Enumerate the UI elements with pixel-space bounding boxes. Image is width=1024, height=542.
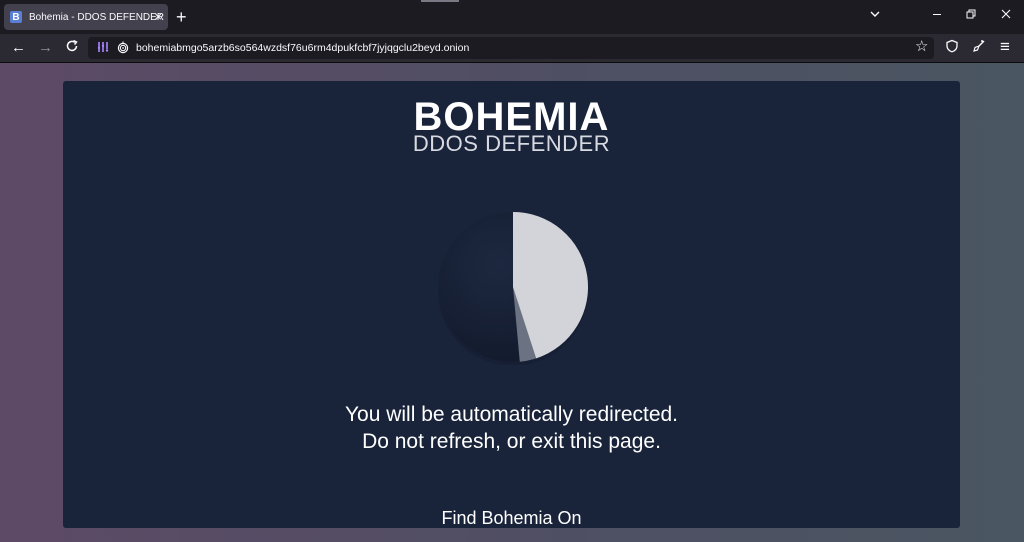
tab-favicon-icon: B (10, 11, 22, 23)
loading-spinner (438, 212, 589, 365)
drag-indicator (421, 0, 459, 2)
url-text[interactable]: bohemiabmgo5arzb6so564wzdsf76u6rm4dpukfc… (136, 41, 469, 55)
close-tab-icon[interactable]: × (154, 9, 162, 25)
shield-icon[interactable] (945, 39, 959, 59)
redirect-message: You will be automatically redirected. Do… (63, 401, 960, 455)
onion-lock-icon[interactable] (117, 40, 129, 58)
defender-card: BOHEMIA DDOS DEFENDER You will be automa… (63, 81, 960, 528)
logo-subtitle: DDOS DEFENDER (412, 131, 611, 156)
message-line-2: Do not refresh, or exit this page. (362, 430, 661, 453)
chevron-down-icon[interactable] (869, 8, 881, 24)
forward-button[interactable]: → (38, 38, 53, 58)
bookmark-star-icon[interactable]: ☆ (915, 39, 928, 55)
tab-strip: B Bohemia - DDOS DEFENDER × + (0, 0, 1024, 34)
broom-icon[interactable] (972, 39, 986, 59)
back-button[interactable]: ← (11, 38, 26, 58)
minimize-icon[interactable] (931, 8, 943, 24)
address-bar[interactable]: bohemiabmgo5arzb6so564wzdsf76u6rm4dpukfc… (88, 37, 934, 59)
menu-icon[interactable]: ≡ (1000, 37, 1010, 57)
page-viewport: BOHEMIA DDOS DEFENDER You will be automa… (0, 63, 1024, 542)
restore-icon[interactable] (965, 8, 977, 24)
onion-circuit-icon[interactable] (96, 40, 110, 58)
navigation-toolbar: ← → bohemiabmgo5arzb6so564wzdsf76u6rm4dp… (0, 34, 1024, 63)
reload-icon[interactable] (65, 39, 79, 59)
active-tab[interactable]: B Bohemia - DDOS DEFENDER × (4, 4, 168, 30)
message-line-1: You will be automatically redirected. (344, 403, 679, 426)
tab-title: Bohemia - DDOS DEFENDER (29, 11, 165, 23)
find-bohemia-heading: Find Bohemia On (441, 508, 582, 528)
new-tab-button[interactable]: + (176, 8, 187, 26)
close-window-icon[interactable] (1000, 8, 1012, 24)
